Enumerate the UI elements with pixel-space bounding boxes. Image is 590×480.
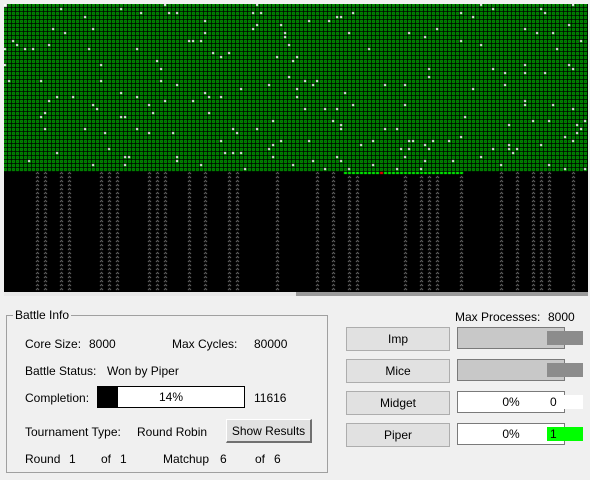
tournament-type-label: Tournament Type: [25, 425, 121, 439]
matchup-of-label: of [255, 452, 266, 466]
round-label: Round [25, 452, 61, 466]
tournament-type-value: Round Robin [137, 425, 208, 439]
warrior-color-midget: 0 [547, 395, 583, 409]
warrior-process-piper: 0% [502, 427, 520, 441]
matchup-value: 6 [220, 452, 227, 466]
battle-status-value: Won by Piper [107, 364, 179, 378]
warrior-count-midget: 0 [550, 395, 557, 409]
battle-status-label: Battle Status: [25, 364, 97, 378]
warrior-color-mice [547, 363, 583, 377]
round-of-label: of [101, 452, 112, 466]
core-size-value: 8000 [89, 337, 116, 351]
completion-progress-bar: 14% [97, 386, 245, 408]
warrior-button-piper[interactable]: Piper [346, 423, 450, 447]
warrior-button-imp[interactable]: Imp [346, 327, 450, 351]
warrior-button-midget[interactable]: Midget [346, 391, 450, 415]
warrior-count-piper: 1 [550, 427, 557, 441]
max-processes-label: Max Processes: [455, 310, 541, 324]
matchup-label: Matchup [163, 452, 210, 466]
max-cycles-value: 80000 [254, 337, 288, 351]
battle-info-title: Battle Info [13, 308, 72, 322]
max-cycles-label: Max Cycles: [172, 337, 238, 351]
core-progress-strip-fill [4, 292, 296, 296]
warrior-color-imp [547, 331, 583, 345]
warrior-process-midget: 0% [502, 395, 520, 409]
matchup-total: 6 [274, 452, 281, 466]
show-results-button[interactable]: Show Results [226, 419, 312, 443]
completion-percent: 14% [158, 390, 184, 404]
core-size-label: Core Size: [25, 337, 82, 351]
cycles-value: 11616 [254, 391, 287, 405]
completion-label: Completion: [25, 391, 90, 405]
warrior-button-mice[interactable]: Mice [346, 359, 450, 383]
core-progress-strip [4, 292, 588, 296]
max-processes-value: 8000 [548, 310, 575, 324]
round-value: 1 [69, 452, 76, 466]
round-total: 1 [120, 452, 127, 466]
core-memory-display [4, 4, 588, 292]
warrior-color-piper: 1 [547, 427, 583, 441]
